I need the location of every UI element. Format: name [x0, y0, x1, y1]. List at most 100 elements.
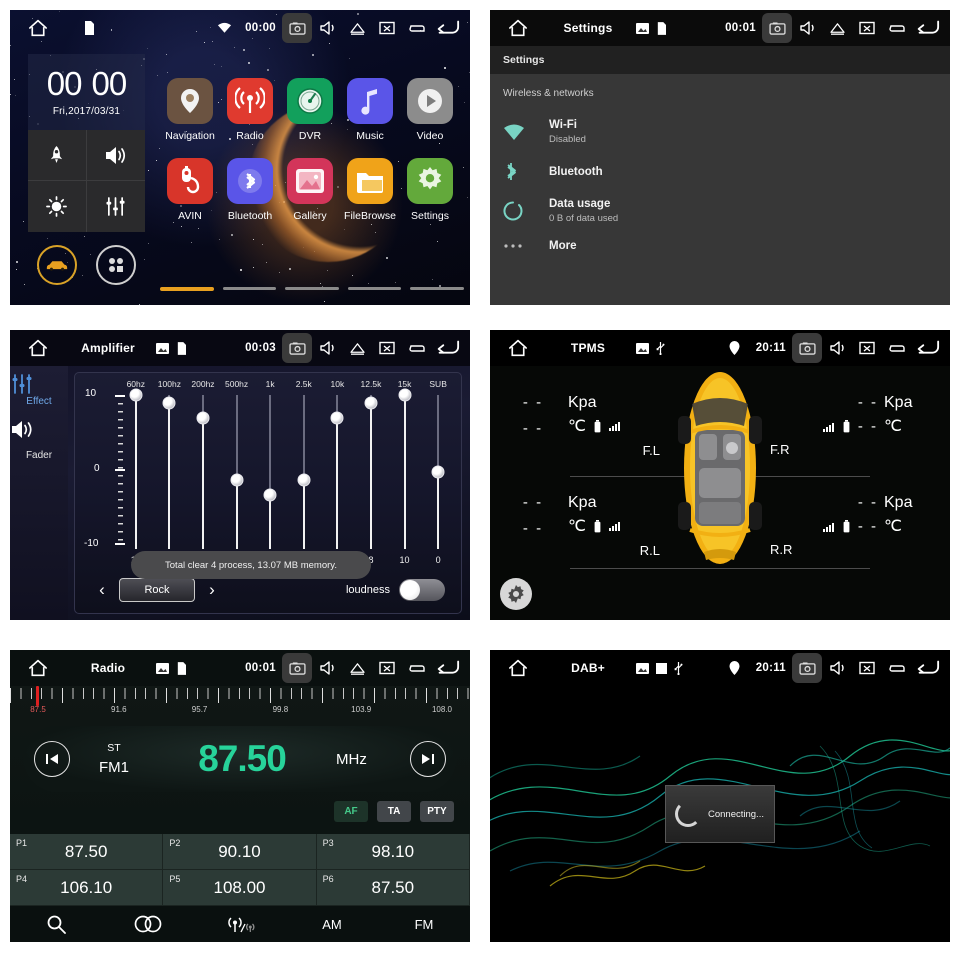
app-dvr[interactable]: DVR [280, 78, 340, 142]
eject-icon[interactable] [342, 13, 372, 43]
settings-row-more[interactable]: More [490, 232, 950, 260]
camera-icon[interactable] [282, 13, 312, 43]
back-arrow-icon[interactable] [912, 653, 942, 683]
eq-knob[interactable] [263, 488, 277, 502]
app-gallery[interactable]: Gallery [280, 158, 340, 222]
home-icon[interactable] [10, 659, 66, 677]
eq-slider-100hz[interactable] [153, 391, 187, 549]
eq-slider-2.5k[interactable] [287, 391, 321, 549]
preset-p1[interactable]: P1 87.50 [10, 834, 164, 870]
app-music[interactable]: Music [340, 78, 400, 142]
eject-icon[interactable] [342, 653, 372, 683]
eq-slider-10k[interactable] [321, 391, 355, 549]
eq-knob[interactable] [431, 465, 445, 479]
eq-slider-1k[interactable] [253, 391, 287, 549]
app-avin[interactable]: AVIN [160, 158, 220, 222]
app-bluetooth[interactable]: Bluetooth [220, 158, 280, 222]
eq-slider-500hz[interactable] [220, 391, 254, 549]
preset-p6[interactable]: P6 87.50 [316, 870, 470, 906]
tire-front-right[interactable]: - - - - Kpa ℃ F.R [746, 394, 936, 457]
back-arrow-icon[interactable] [432, 333, 462, 363]
app-video[interactable]: Video [400, 78, 460, 142]
search-icon[interactable] [10, 914, 102, 934]
close-window-icon[interactable] [372, 653, 402, 683]
eq-slider-15k[interactable] [388, 388, 422, 549]
rds-pty-button[interactable]: PTY [420, 801, 454, 822]
home-icon[interactable] [10, 339, 66, 357]
volume-icon[interactable] [312, 653, 342, 683]
recents-icon[interactable] [402, 13, 432, 43]
eq-knob[interactable] [364, 396, 378, 410]
tpms-settings-button[interactable] [500, 578, 532, 610]
close-window-icon[interactable] [852, 13, 882, 43]
home-icon[interactable] [490, 339, 546, 357]
sidebar-item-fader[interactable]: Fader [10, 419, 68, 461]
volume-icon[interactable] [312, 333, 342, 363]
recents-icon[interactable] [402, 653, 432, 683]
app-filebrowse[interactable]: FileBrowse [340, 158, 400, 222]
volume-icon[interactable] [792, 13, 822, 43]
page-dash-3[interactable] [285, 287, 339, 290]
antenna-local-distance-icon[interactable] [194, 914, 286, 934]
page-dash-4[interactable] [347, 287, 402, 290]
tire-rear-right[interactable]: - - - - Kpa ℃ R.R [746, 494, 936, 557]
sidebar-item-effect[interactable]: Effect [10, 374, 68, 407]
next-preset-button[interactable]: › [195, 580, 229, 600]
preset-p2[interactable]: P2 90.10 [163, 834, 317, 870]
stereo-rings-icon[interactable] [102, 915, 194, 933]
equalizer-icon[interactable] [86, 181, 145, 232]
preset-p3[interactable]: P3 98.10 [316, 834, 470, 870]
eq-slider-60hz[interactable] [119, 388, 153, 549]
brightness-icon[interactable] [28, 181, 87, 232]
camera-icon[interactable] [792, 333, 822, 363]
eject-icon[interactable] [822, 13, 852, 43]
back-arrow-icon[interactable] [432, 653, 462, 683]
volume-icon[interactable] [312, 13, 342, 43]
back-arrow-icon[interactable] [432, 13, 462, 43]
car-icon[interactable] [37, 245, 78, 285]
preset-p5[interactable]: P5 108.00 [163, 870, 317, 906]
preset-p4[interactable]: P4 106.10 [10, 870, 164, 906]
frequency-scale[interactable]: 87.5 91.6 95.7 99.8 103.9 108.0 [10, 686, 470, 722]
camera-icon[interactable] [762, 13, 792, 43]
eq-knob[interactable] [330, 411, 344, 425]
back-arrow-icon[interactable] [912, 333, 942, 363]
recents-icon[interactable] [882, 13, 912, 43]
app-navigation[interactable]: Navigation [160, 78, 220, 142]
camera-icon[interactable] [282, 653, 312, 683]
clock-widget[interactable]: 00 00 Fri,2017/03/31 [28, 54, 145, 130]
band-fm-button[interactable]: FM [378, 917, 470, 932]
volume-icon[interactable] [86, 130, 145, 181]
previous-preset-button[interactable]: ‹ [85, 580, 119, 600]
tire-rear-left[interactable]: - - - - Kpa ℃ R.L [504, 494, 694, 558]
eq-slider-200hz[interactable] [186, 391, 220, 549]
rds-af-button[interactable]: AF [334, 801, 368, 822]
page-dash-2[interactable] [222, 287, 277, 290]
close-window-icon[interactable] [372, 333, 402, 363]
close-window-icon[interactable] [852, 333, 882, 363]
previous-station-icon[interactable] [34, 741, 70, 777]
next-station-icon[interactable] [410, 741, 446, 777]
home-icon[interactable] [490, 19, 546, 37]
eq-knob[interactable] [297, 473, 311, 487]
page-dash-5[interactable] [410, 287, 464, 290]
loudness-toggle[interactable] [399, 579, 445, 601]
rocket-icon[interactable] [28, 130, 87, 181]
recents-icon[interactable] [882, 653, 912, 683]
app-settings[interactable]: Settings [400, 158, 460, 222]
camera-icon[interactable] [282, 333, 312, 363]
back-arrow-icon[interactable] [912, 13, 942, 43]
eq-slider-SUB[interactable] [421, 391, 455, 549]
band-am-button[interactable]: AM [286, 917, 378, 932]
rds-ta-button[interactable]: TA [377, 801, 411, 822]
eq-slider-12.5k[interactable] [354, 391, 388, 549]
volume-icon[interactable] [822, 333, 852, 363]
recents-icon[interactable] [402, 333, 432, 363]
eq-knob[interactable] [129, 388, 143, 402]
app-radio[interactable]: Radio [220, 78, 280, 142]
settings-row-data-usage[interactable]: Data usage 0 B of data used [490, 190, 950, 232]
eq-knob[interactable] [196, 411, 210, 425]
eq-knob[interactable] [230, 473, 244, 487]
page-dash-1[interactable] [160, 287, 214, 291]
volume-icon[interactable] [822, 653, 852, 683]
